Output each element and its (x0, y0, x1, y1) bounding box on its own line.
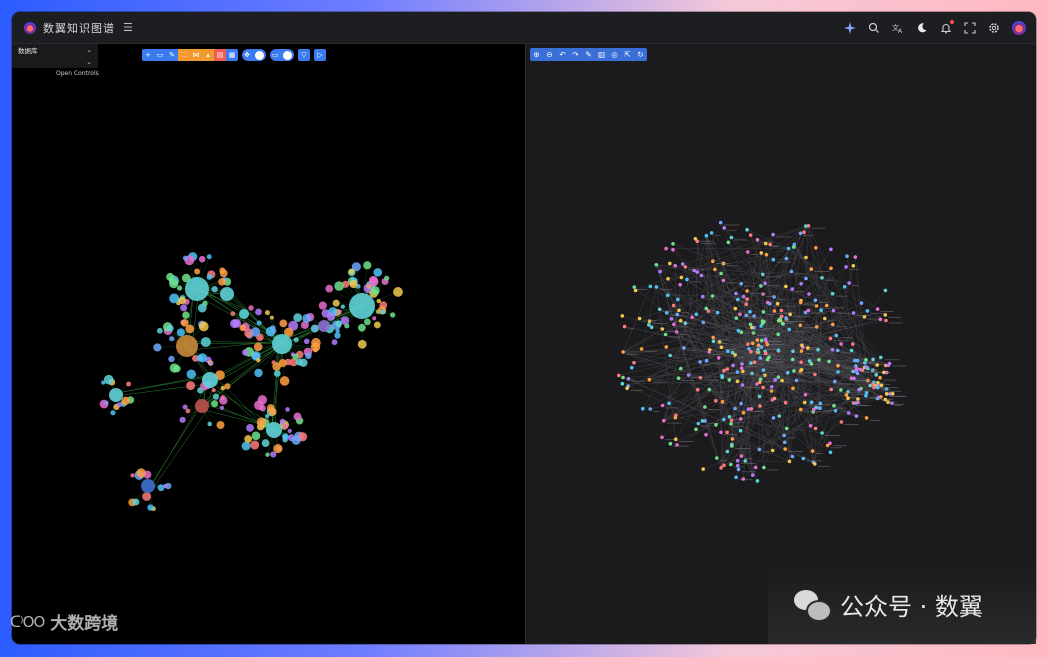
left-knowledge-graph[interactable] (12, 44, 525, 644)
database-select[interactable]: 数据库 ⌄ (12, 44, 98, 56)
redo-icon[interactable]: ↷ (569, 48, 582, 61)
translate-icon[interactable]: 文A (892, 22, 904, 34)
svg-text:A: A (898, 28, 903, 34)
export-icon[interactable]: ⇱ (621, 48, 634, 61)
play-button[interactable]: ▷ (314, 49, 326, 61)
lock-icon[interactable]: ▴ (202, 49, 214, 61)
chevron-down-icon: ⌄ (86, 46, 92, 54)
database-sub-select[interactable]: ⌄ (12, 56, 98, 68)
select-icon[interactable]: ⛶ (178, 49, 190, 61)
watermark-right: 公众号 · 数翼 (768, 565, 1036, 644)
graph-toolbar: + ▭ ✎ ⛶ ⋈ ▴ ▤ ▦ ✥ ▭ ▽ ▷ (142, 49, 326, 61)
folder-icon[interactable]: ▭ (154, 49, 166, 61)
database-label: 数据库 (18, 47, 38, 55)
app-window: 数翼知识图谱 ☰ 文A 数据库 ⌄ ⌄ Open Controls + ▭ ✎ … (12, 12, 1036, 644)
app-logo (24, 21, 36, 34)
search-icon[interactable] (868, 22, 880, 34)
avatar[interactable] (1012, 20, 1026, 35)
database-panel: 数据库 ⌄ ⌄ (12, 44, 98, 68)
toggle-knob (255, 50, 264, 60)
toggle-knob (283, 50, 292, 60)
graph-view-toolbar: ⊕ ⊖ ↶ ↷ ✎ ▥ ◎ ⇱ ↻ (530, 48, 647, 61)
chevron-down-icon: ⌄ (86, 58, 92, 66)
grid-icon[interactable]: ▦ (226, 49, 238, 61)
edit-icon[interactable]: ✎ (166, 49, 178, 61)
notification-dot (950, 19, 954, 24)
undo-icon[interactable]: ↶ (556, 48, 569, 61)
header-bar: 数翼知识图谱 ☰ 文A (12, 12, 1036, 44)
watermark-left: ᑕ⁾OO 大数跨境 (10, 609, 119, 635)
move-icon: ✥ (244, 51, 250, 59)
delete-icon[interactable]: ▤ (214, 49, 226, 61)
share-icon[interactable]: ⋈ (190, 49, 202, 61)
watermark-left-text: 大数跨境 (50, 614, 119, 634)
watermark-right-text: 公众号 · 数翼 (840, 593, 983, 621)
funnel-icon: ▽ (298, 49, 310, 61)
moon-icon[interactable] (916, 22, 928, 34)
add-icon[interactable]: + (142, 49, 154, 61)
filter-toggle[interactable]: ▭ (270, 49, 294, 61)
refresh-icon[interactable]: ↻ (634, 48, 647, 61)
bell-icon[interactable] (940, 19, 954, 34)
open-controls-link[interactable]: Open Controls (56, 70, 99, 77)
sparkle-icon[interactable] (844, 21, 856, 34)
watermark-logo-icon: ᑕ⁾OO (10, 612, 45, 631)
header-actions: 文A (844, 12, 1026, 43)
locate-icon[interactable]: ◎ (608, 48, 621, 61)
left-graph-pane: 数据库 ⌄ ⌄ Open Controls + ▭ ✎ ⛶ ⋈ ▴ ▤ ▦ ✥ … (12, 44, 525, 644)
app-title: 数翼知识图谱 (43, 21, 115, 35)
right-graph-pane: ⊕ ⊖ ↶ ↷ ✎ ▥ ◎ ⇱ ↻ (526, 44, 1036, 644)
zoom-out-icon[interactable]: ⊖ (543, 48, 556, 61)
wechat-icon (794, 589, 832, 622)
fullscreen-icon[interactable] (964, 21, 976, 34)
menu-fold-icon[interactable]: ☰ (123, 21, 133, 34)
move-toggle[interactable]: ✥ (242, 49, 266, 61)
filter-icon: ▭ (272, 51, 279, 59)
settings-icon[interactable] (988, 22, 1000, 34)
play-icon: ▷ (314, 49, 326, 61)
zoom-in-icon[interactable]: ⊕ (530, 48, 543, 61)
toolbar-group-main: + ▭ ✎ ⛶ ⋈ ▴ ▤ ▦ (142, 49, 238, 61)
right-knowledge-graph[interactable] (526, 44, 1036, 644)
funnel-button[interactable]: ▽ (298, 49, 310, 61)
edit-icon[interactable]: ✎ (582, 48, 595, 61)
delete-icon[interactable]: ▥ (595, 48, 608, 61)
